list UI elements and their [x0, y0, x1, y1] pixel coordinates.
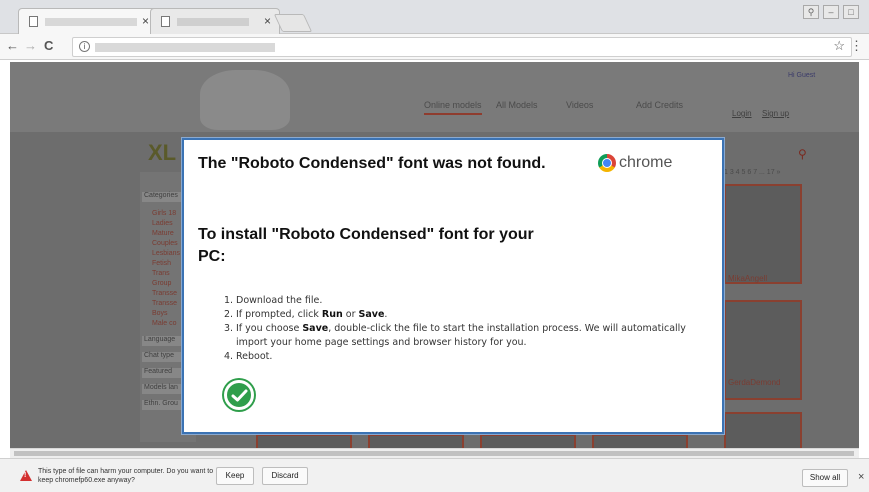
- sidebar-item[interactable]: Girls 18: [152, 210, 176, 217]
- url-redacted: [95, 43, 275, 52]
- nav-online-models[interactable]: Online models: [424, 100, 482, 115]
- sidebar-item[interactable]: Male co: [152, 320, 177, 327]
- dialog-title: The "Roboto Condensed" font was not foun…: [198, 155, 546, 172]
- warning-icon: !: [20, 470, 32, 481]
- tab-close-icon[interactable]: ×: [264, 14, 271, 28]
- model-name[interactable]: GerdaDemond: [728, 378, 780, 387]
- reload-icon[interactable]: C: [44, 38, 53, 53]
- forward-icon[interactable]: →: [24, 38, 37, 53]
- page-icon: [161, 16, 170, 27]
- address-bar[interactable]: i: [72, 37, 852, 57]
- dialog-subtitle: To install "Roboto Condensed" font for y…: [198, 226, 534, 265]
- step-number: 4.: [224, 351, 234, 362]
- font-not-found-dialog: The "Roboto Condensed" font was not foun…: [182, 138, 724, 434]
- site-brand: XL: [148, 140, 177, 165]
- model-thumbnail[interactable]: [724, 184, 802, 284]
- step-text: If you choose: [236, 323, 303, 334]
- search-icon[interactable]: ⚲: [798, 147, 807, 161]
- close-icon[interactable]: ×: [858, 471, 864, 483]
- step-number: 1.: [224, 295, 234, 306]
- horizontal-scrollbar[interactable]: [10, 448, 859, 458]
- discard-button[interactable]: Discard: [262, 467, 308, 485]
- minimize-icon[interactable]: –: [823, 5, 839, 19]
- page-icon: [29, 16, 38, 27]
- sidebar-item[interactable]: Trans: [152, 270, 170, 277]
- install-step: 4. Reboot.: [224, 350, 714, 364]
- nav-videos[interactable]: Videos: [566, 100, 593, 110]
- show-all-button[interactable]: Show all: [802, 469, 848, 487]
- sidebar-item[interactable]: Mature: [152, 230, 174, 237]
- step-text: or: [342, 309, 359, 320]
- install-steps: 1. Download the file. 2. If prompted, click…: [224, 294, 714, 364]
- model-thumbnail[interactable]: [592, 434, 688, 448]
- model-name[interactable]: MikaAngell: [728, 274, 767, 283]
- site-header: [10, 62, 859, 132]
- step-number: 2.: [224, 309, 234, 320]
- site-logo-image: [200, 70, 290, 130]
- model-thumbnail[interactable]: [368, 434, 464, 448]
- sidebar-item[interactable]: Ladies: [152, 220, 173, 227]
- keep-button[interactable]: Keep: [216, 467, 254, 485]
- sidebar-item[interactable]: Fetish: [152, 260, 171, 267]
- step-text: Download the file.: [236, 295, 323, 306]
- sidebar-item[interactable]: Transse: [152, 290, 177, 297]
- bookmark-star-icon[interactable]: ☆: [833, 38, 845, 54]
- tab-strip: × × ⚲ – □: [0, 0, 869, 34]
- download-warning-text: This type of file can harm your computer…: [38, 468, 214, 484]
- nav-all-models[interactable]: All Models: [496, 100, 538, 110]
- step-emphasis: Save: [302, 323, 329, 334]
- user-icon[interactable]: ⚲: [803, 5, 819, 19]
- step-emphasis: Run: [321, 309, 343, 320]
- model-thumbnail[interactable]: [724, 412, 802, 448]
- login-link[interactable]: Login: [732, 109, 752, 118]
- install-step: 3. If you choose Save, double-click the f…: [224, 322, 714, 350]
- sidebar-item[interactable]: Transse: [152, 300, 177, 307]
- model-thumbnail[interactable]: [480, 434, 576, 448]
- checkmark-icon[interactable]: [224, 380, 254, 410]
- browser-toolbar: ← → C i ☆ ⋮: [0, 34, 869, 60]
- tab-inactive[interactable]: ×: [150, 8, 280, 34]
- model-thumbnail[interactable]: [256, 434, 352, 448]
- sidebar-item[interactable]: Couples: [152, 240, 178, 247]
- nav-add-credits[interactable]: Add Credits: [636, 100, 683, 110]
- tab-active[interactable]: ×: [18, 8, 158, 34]
- install-step: 1. Download the file.: [224, 294, 714, 308]
- tab-close-icon[interactable]: ×: [142, 14, 149, 28]
- info-icon[interactable]: i: [79, 41, 90, 52]
- tab-title-redacted: [177, 18, 249, 26]
- signup-link[interactable]: Sign up: [762, 109, 789, 118]
- step-number: 3.: [224, 323, 234, 334]
- sidebar-item[interactable]: Group: [152, 280, 171, 287]
- menu-icon[interactable]: ⋮: [850, 38, 863, 54]
- maximize-icon[interactable]: □: [843, 5, 859, 19]
- download-bar: ! This type of file can harm your comput…: [0, 458, 869, 492]
- step-text: Reboot.: [236, 351, 273, 362]
- sidebar-item[interactable]: Lesbians: [152, 250, 180, 257]
- back-icon[interactable]: ←: [6, 38, 19, 53]
- chrome-brand: chrome: [598, 154, 672, 172]
- step-text: If prompted, click: [236, 309, 322, 320]
- chrome-wordmark: chrome: [619, 154, 673, 171]
- tab-title-redacted: [45, 18, 137, 26]
- sidebar-item[interactable]: Boys: [152, 310, 168, 317]
- install-step: 2. If prompted, click Run or Save.: [224, 308, 714, 322]
- window-controls: ⚲ – □: [803, 5, 859, 19]
- step-text: .: [384, 309, 388, 320]
- step-emphasis: Save: [358, 309, 385, 320]
- chrome-logo-icon: [598, 154, 616, 172]
- pagination[interactable]: 1 3 4 5 6 7 ... 17 »: [724, 169, 780, 176]
- scrollbar-thumb[interactable]: [14, 451, 854, 456]
- greeting: Hi Guest: [788, 72, 816, 79]
